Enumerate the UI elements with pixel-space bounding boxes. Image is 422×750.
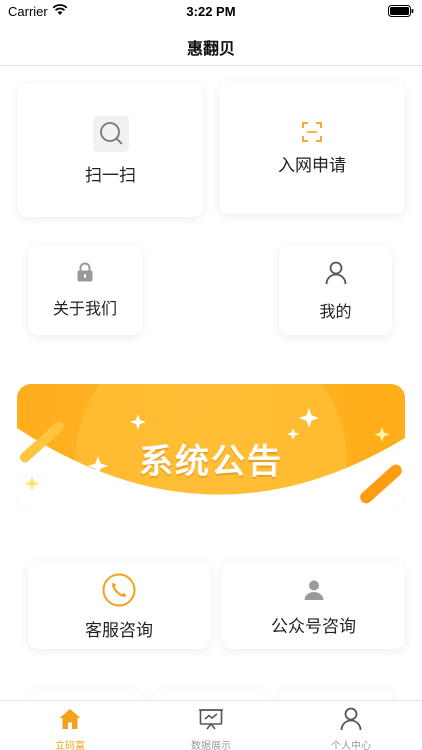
- tab-home[interactable]: 立码富: [0, 701, 140, 750]
- official-account-button[interactable]: 公众号咨询: [222, 561, 405, 649]
- tab-home-label: 立码富: [55, 741, 85, 750]
- status-bar: Carrier 3:22 PM: [0, 0, 422, 24]
- user-icon: [303, 579, 325, 605]
- home-icon: [58, 707, 82, 735]
- navigation-bar: 惠翻贝: [0, 24, 422, 66]
- scan-button[interactable]: 扫一扫: [18, 83, 203, 217]
- tab-personal-center[interactable]: 个人中心: [281, 701, 421, 750]
- network-apply-label: 入网申请: [278, 156, 346, 176]
- scan-label: 扫一扫: [85, 166, 136, 186]
- customer-service-button[interactable]: 客服咨询: [28, 561, 210, 649]
- user-icon: [340, 707, 362, 735]
- user-icon: [325, 261, 347, 289]
- customer-service-label: 客服咨询: [85, 621, 153, 641]
- phone-icon: [102, 573, 136, 611]
- about-us-button[interactable]: 关于我们: [28, 245, 142, 335]
- battery-icon: [388, 5, 414, 21]
- scan-frame-icon: [302, 122, 322, 146]
- official-account-label: 公众号咨询: [271, 617, 356, 637]
- lock-icon: [76, 262, 94, 286]
- about-us-label: 关于我们: [52, 299, 117, 318]
- banner-title: 系统公告: [139, 442, 283, 482]
- presentation-icon: [198, 707, 224, 735]
- system-announcement-banner[interactable]: 系统公告: [17, 384, 405, 510]
- tab-personal-label: 个人中心: [331, 741, 371, 750]
- tab-data-label: 数据展示: [191, 741, 231, 750]
- network-apply-button[interactable]: 入网申请: [219, 81, 405, 214]
- tab-data-display[interactable]: 数据展示: [141, 701, 281, 750]
- mine-label: 我的: [319, 302, 352, 321]
- page-title: 惠翻贝: [186, 39, 235, 58]
- clock: 3:22 PM: [186, 4, 236, 19]
- search-icon: [92, 116, 129, 152]
- tab-bar: 立码富 数据展示 个人中心: [0, 700, 422, 750]
- mine-button[interactable]: 我的: [279, 245, 392, 335]
